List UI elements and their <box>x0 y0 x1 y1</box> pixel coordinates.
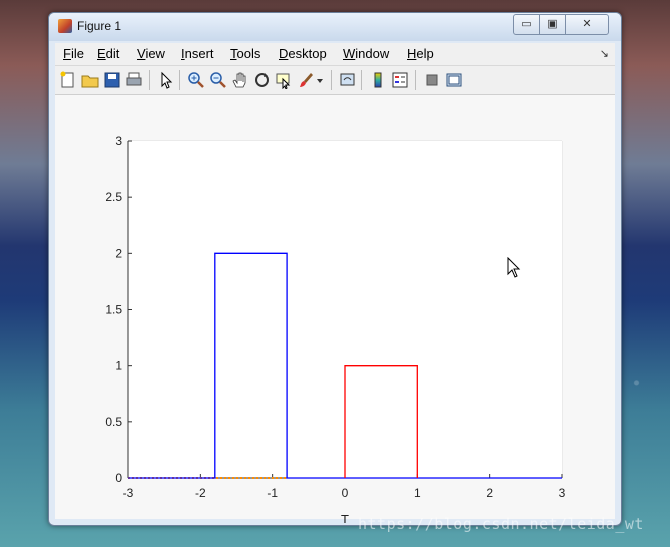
x-tick-label: -1 <box>267 486 278 500</box>
menu-file[interactable]: File <box>63 46 84 61</box>
x-tick-label: -3 <box>123 486 134 500</box>
x-tick-labels: -3 -2 -1 0 1 2 3 <box>123 486 566 500</box>
x-tick-label: -2 <box>195 486 206 500</box>
x-tick-label: 1 <box>414 486 421 500</box>
y-tick-label: 2 <box>115 246 122 260</box>
y-tick-label: 0 <box>115 471 122 485</box>
toolbar-separator <box>415 70 416 90</box>
window-title: Figure 1 <box>77 19 122 33</box>
zoom-in-icon[interactable] <box>187 71 205 89</box>
insert-colorbar-icon[interactable] <box>369 71 387 89</box>
x-tick-label: 0 <box>342 486 349 500</box>
y-tick-labels: 0 0.5 1 1.5 2 2.5 3 <box>105 134 122 485</box>
dock-arrow-icon[interactable]: ↘ <box>600 47 609 60</box>
x-axis-label: T <box>341 512 349 523</box>
zoom-out-icon[interactable] <box>209 71 227 89</box>
menu-tools[interactable]: Tools <box>230 46 260 61</box>
brush-dropdown-icon[interactable] <box>315 71 325 89</box>
minimize-button[interactable]: ▭ <box>513 14 540 35</box>
y-tick-label: 1 <box>115 359 122 373</box>
insert-legend-icon[interactable] <box>391 71 409 89</box>
pan-hand-icon[interactable] <box>231 71 249 89</box>
toolbar-separator <box>179 70 180 90</box>
menu-edit[interactable]: Edit <box>97 46 119 61</box>
y-tick-label: 3 <box>115 134 122 148</box>
maximize-button[interactable]: ▣ <box>539 14 566 35</box>
open-file-icon[interactable] <box>81 71 99 89</box>
figure-canvas[interactable]: -3 -2 -1 0 1 2 3 0 0.5 1 1.5 2 2.5 3 T <box>55 95 615 527</box>
save-icon[interactable] <box>103 71 121 89</box>
y-tick-label: 1.5 <box>105 303 122 317</box>
menu-desktop[interactable]: Desktop <box>279 46 327 61</box>
menu-insert[interactable]: Insert <box>181 46 214 61</box>
rotate-3d-icon[interactable] <box>253 71 271 89</box>
brush-icon[interactable] <box>297 71 315 89</box>
watermark: https://blog.csdn.net/leida_wt <box>358 515 644 533</box>
mouse-pointer-icon <box>507 257 521 278</box>
edit-plot-arrow-icon[interactable] <box>157 71 175 89</box>
menu-help[interactable]: Help <box>407 46 434 61</box>
x-tick-label: 2 <box>486 486 493 500</box>
toolbar <box>55 66 615 95</box>
new-figure-icon[interactable] <box>59 71 77 89</box>
menu-bar: File Edit View Insert Tools Desktop Wind… <box>55 43 615 66</box>
toolbar-separator <box>361 70 362 90</box>
axes[interactable]: -3 -2 -1 0 1 2 3 0 0.5 1 1.5 2 2.5 3 T <box>55 95 615 527</box>
menu-window[interactable]: Window <box>343 46 389 61</box>
menu-view[interactable]: View <box>137 46 165 61</box>
toolbar-separator <box>331 70 332 90</box>
toolbar-separator <box>149 70 150 90</box>
x-tick-label: 3 <box>559 486 566 500</box>
hide-plot-tools-icon[interactable] <box>423 71 441 89</box>
data-cursor-icon[interactable] <box>275 71 293 89</box>
y-tick-label: 0.5 <box>105 415 122 429</box>
title-bar[interactable]: Figure 1 ▭ ▣ ✕ <box>49 13 621 41</box>
link-plot-icon[interactable] <box>339 71 357 89</box>
y-tick-label: 2.5 <box>105 190 122 204</box>
print-icon[interactable] <box>125 71 143 89</box>
close-button[interactable]: ✕ <box>565 14 609 35</box>
show-plot-tools-icon[interactable] <box>445 71 463 89</box>
matlab-icon <box>58 19 72 33</box>
figure-window: Figure 1 ▭ ▣ ✕ File Edit View Insert Too… <box>48 12 622 527</box>
